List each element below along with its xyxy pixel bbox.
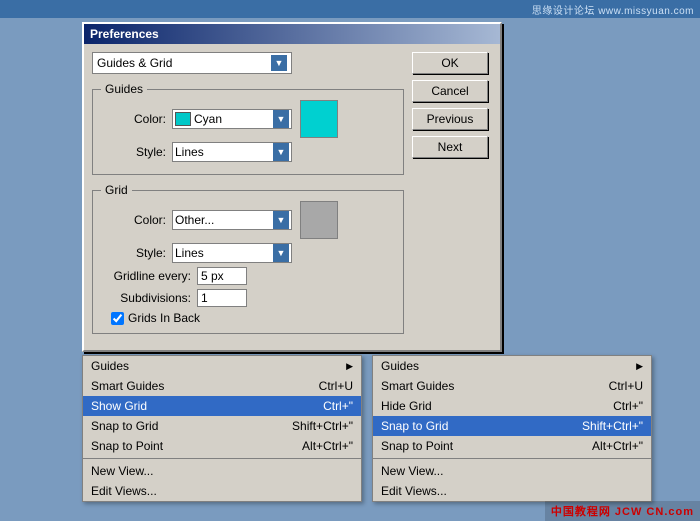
top-bar-text: 思缘设计论坛 www.missyuan.com — [532, 2, 694, 17]
guides-color-row: Color: Cyan ▼ — [101, 100, 395, 138]
menu-item[interactable]: Smart GuidesCtrl+U — [373, 376, 651, 396]
menu-item-shortcut: Shift+Ctrl+" — [292, 419, 353, 433]
right-context-menu: GuidesSmart GuidesCtrl+UHide GridCtrl+"S… — [372, 355, 652, 502]
context-menus: GuidesSmart GuidesCtrl+UShow GridCtrl+"S… — [82, 355, 662, 502]
dialog-titlebar: Preferences — [84, 24, 500, 44]
menu-item-label: Edit Views... — [91, 484, 353, 498]
category-value: Guides & Grid — [97, 56, 271, 70]
preferences-dialog: Preferences Guides & Grid ▼ Guides Color… — [82, 22, 502, 352]
menu-item-label: Edit Views... — [381, 484, 643, 498]
grid-group: Grid Color: Other... ▼ Style: Lines ▼ — [92, 183, 404, 334]
guides-color-dropdown[interactable]: Cyan ▼ — [172, 109, 292, 129]
grids-back-row: Grids In Back — [111, 311, 395, 325]
menu-item[interactable]: New View... — [373, 461, 651, 481]
menu-item[interactable]: Snap to GridShift+Ctrl+" — [83, 416, 361, 436]
grid-style-label: Style: — [101, 246, 166, 260]
dialog-left: Guides & Grid ▼ Guides Color: Cyan ▼ — [92, 52, 404, 342]
menu-item-label: Snap to Point — [91, 439, 302, 453]
category-row: Guides & Grid ▼ — [92, 52, 404, 74]
subdivisions-input[interactable] — [197, 289, 247, 307]
menu-item-label: Guides — [381, 359, 632, 373]
grid-style-value: Lines — [175, 246, 273, 260]
guides-color-arrow-icon[interactable]: ▼ — [273, 110, 289, 128]
guides-color-preview — [300, 100, 338, 138]
grid-color-value: Other... — [175, 213, 273, 227]
menu-item-shortcut: Ctrl+" — [323, 399, 353, 413]
grid-style-row: Style: Lines ▼ — [101, 243, 395, 263]
menu-item-label: Smart Guides — [91, 379, 319, 393]
menu-item-shortcut: Alt+Ctrl+" — [592, 439, 643, 453]
subdivisions-label: Subdivisions: — [101, 291, 191, 305]
guides-color-value: Cyan — [194, 112, 273, 126]
gridline-input[interactable] — [197, 267, 247, 285]
menu-item-shortcut: Ctrl+U — [609, 379, 643, 393]
previous-button[interactable]: Previous — [412, 108, 488, 130]
menu-item[interactable]: Snap to PointAlt+Ctrl+" — [83, 436, 361, 456]
menu-item[interactable]: Guides — [83, 356, 361, 376]
menu-item-shortcut: Ctrl+U — [319, 379, 353, 393]
menu-separator — [83, 458, 361, 459]
menu-item-label: Hide Grid — [381, 399, 613, 413]
category-arrow-icon[interactable]: ▼ — [271, 55, 287, 71]
gridline-row: Gridline every: — [101, 267, 395, 285]
guides-legend: Guides — [101, 82, 147, 96]
menu-item[interactable]: Hide GridCtrl+" — [373, 396, 651, 416]
grid-legend: Grid — [101, 183, 132, 197]
subdivisions-row: Subdivisions: — [101, 289, 395, 307]
grid-color-arrow-icon[interactable]: ▼ — [273, 211, 289, 229]
grids-back-label: Grids In Back — [128, 311, 200, 325]
menu-item[interactable]: New View... — [83, 461, 361, 481]
guides-style-row: Style: Lines ▼ — [101, 142, 395, 162]
gridline-label: Gridline every: — [101, 269, 191, 283]
guides-style-arrow-icon[interactable]: ▼ — [273, 143, 289, 161]
guides-style-value: Lines — [175, 145, 273, 159]
grid-color-label: Color: — [101, 213, 166, 227]
grid-color-preview — [300, 201, 338, 239]
menu-item-label: Snap to Grid — [381, 419, 582, 433]
menu-item[interactable]: Snap to GridShift+Ctrl+" — [373, 416, 651, 436]
watermark: 中国教程网 JCW CN.com — [545, 501, 700, 521]
menu-item-label: Show Grid — [91, 399, 323, 413]
guides-color-swatch — [175, 112, 191, 126]
ok-button[interactable]: OK — [412, 52, 488, 74]
guides-group: Guides Color: Cyan ▼ Style: Lines ▼ — [92, 82, 404, 175]
menu-item-label: Smart Guides — [381, 379, 609, 393]
guides-style-dropdown[interactable]: Lines ▼ — [172, 142, 292, 162]
menu-item-label: New View... — [91, 464, 353, 478]
menu-item[interactable]: Show GridCtrl+" — [83, 396, 361, 416]
menu-item-label: Snap to Grid — [91, 419, 292, 433]
menu-separator — [373, 458, 651, 459]
cancel-button[interactable]: Cancel — [412, 80, 488, 102]
top-bar: 思缘设计论坛 www.missyuan.com — [0, 0, 700, 18]
menu-item[interactable]: Smart GuidesCtrl+U — [83, 376, 361, 396]
next-button[interactable]: Next — [412, 136, 488, 158]
menu-item-label: Snap to Point — [381, 439, 592, 453]
dialog-title: Preferences — [90, 27, 159, 41]
dialog-buttons: OK Cancel Previous Next — [412, 52, 492, 342]
menu-item[interactable]: Edit Views... — [83, 481, 361, 501]
menu-item-shortcut: Shift+Ctrl+" — [582, 419, 643, 433]
grid-style-arrow-icon[interactable]: ▼ — [273, 244, 289, 262]
menu-item-shortcut: Ctrl+" — [613, 399, 643, 413]
grids-back-checkbox[interactable] — [111, 312, 124, 325]
menu-item-shortcut: Alt+Ctrl+" — [302, 439, 353, 453]
guides-color-label: Color: — [101, 112, 166, 126]
menu-item-label: Guides — [91, 359, 342, 373]
menu-item[interactable]: Edit Views... — [373, 481, 651, 501]
guides-style-label: Style: — [101, 145, 166, 159]
category-dropdown[interactable]: Guides & Grid ▼ — [92, 52, 292, 74]
menu-item[interactable]: Snap to PointAlt+Ctrl+" — [373, 436, 651, 456]
left-context-menu: GuidesSmart GuidesCtrl+UShow GridCtrl+"S… — [82, 355, 362, 502]
grid-color-row: Color: Other... ▼ — [101, 201, 395, 239]
menu-item-label: New View... — [381, 464, 643, 478]
grid-style-dropdown[interactable]: Lines ▼ — [172, 243, 292, 263]
menu-item[interactable]: Guides — [373, 356, 651, 376]
dialog-body: Guides & Grid ▼ Guides Color: Cyan ▼ — [84, 44, 500, 350]
grid-color-dropdown[interactable]: Other... ▼ — [172, 210, 292, 230]
